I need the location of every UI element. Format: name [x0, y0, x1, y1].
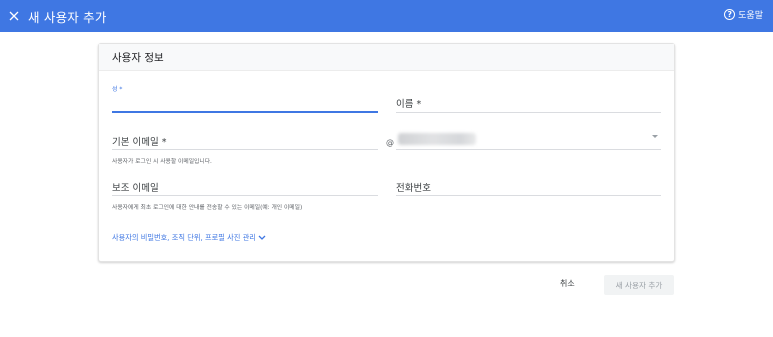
last-name-label: 성 *: [112, 86, 123, 93]
secondary-email-field[interactable]: 보조 이메일: [112, 180, 378, 196]
help-button[interactable]: ? 도움말: [724, 8, 763, 21]
user-info-card: 사용자 정보: [98, 43, 675, 262]
close-button[interactable]: [2, 4, 26, 28]
primary-email-hint: 사용자가 로그인 시 사용할 이메일입니다.: [112, 159, 212, 165]
secondary-email-underline: [112, 195, 378, 196]
domain-underline: [396, 149, 661, 150]
cancel-button[interactable]: 취소: [560, 278, 575, 289]
domain-value-blurred: [398, 133, 476, 145]
more-options-label: 사용자의 비밀번호, 조직 단위, 프로필 사진 관리: [112, 233, 256, 242]
primary-email-field[interactable]: 기본 이메일 *: [112, 134, 378, 150]
first-name-label: 이름 *: [396, 99, 422, 110]
primary-email-label: 기본 이메일 *: [112, 137, 167, 148]
more-options-link[interactable]: 사용자의 비밀번호, 조직 단위, 프로필 사진 관리: [112, 233, 266, 243]
primary-email-underline: [112, 149, 378, 150]
last-name-underline: [112, 111, 378, 113]
secondary-email-label: 보조 이메일: [112, 183, 159, 194]
domain-select[interactable]: [396, 130, 661, 150]
last-name-field[interactable]: 성 *: [112, 84, 378, 113]
secondary-email-hint: 사용자에게 최초 로그인에 대한 안내를 전송할 수 있는 이메일(예: 개인 …: [112, 205, 303, 211]
card-title: 사용자 정보: [99, 44, 674, 71]
page-title: 새 사용자 추가: [28, 9, 107, 25]
top-bar: 새 사용자 추가 ? 도움말: [0, 0, 773, 32]
chevron-down-icon: [652, 135, 658, 138]
add-user-button[interactable]: 새 사용자 추가: [604, 275, 674, 295]
close-icon: [9, 11, 19, 21]
phone-label: 전화번호: [396, 183, 431, 194]
help-label: 도움말: [738, 11, 763, 21]
phone-underline: [396, 195, 661, 196]
first-name-underline: [396, 112, 661, 113]
first-name-field[interactable]: 이름 *: [396, 96, 661, 113]
phone-field[interactable]: 전화번호: [396, 180, 661, 196]
at-sign: @: [386, 138, 394, 147]
help-icon: ?: [724, 9, 736, 20]
chevron-down-icon: [258, 235, 266, 240]
